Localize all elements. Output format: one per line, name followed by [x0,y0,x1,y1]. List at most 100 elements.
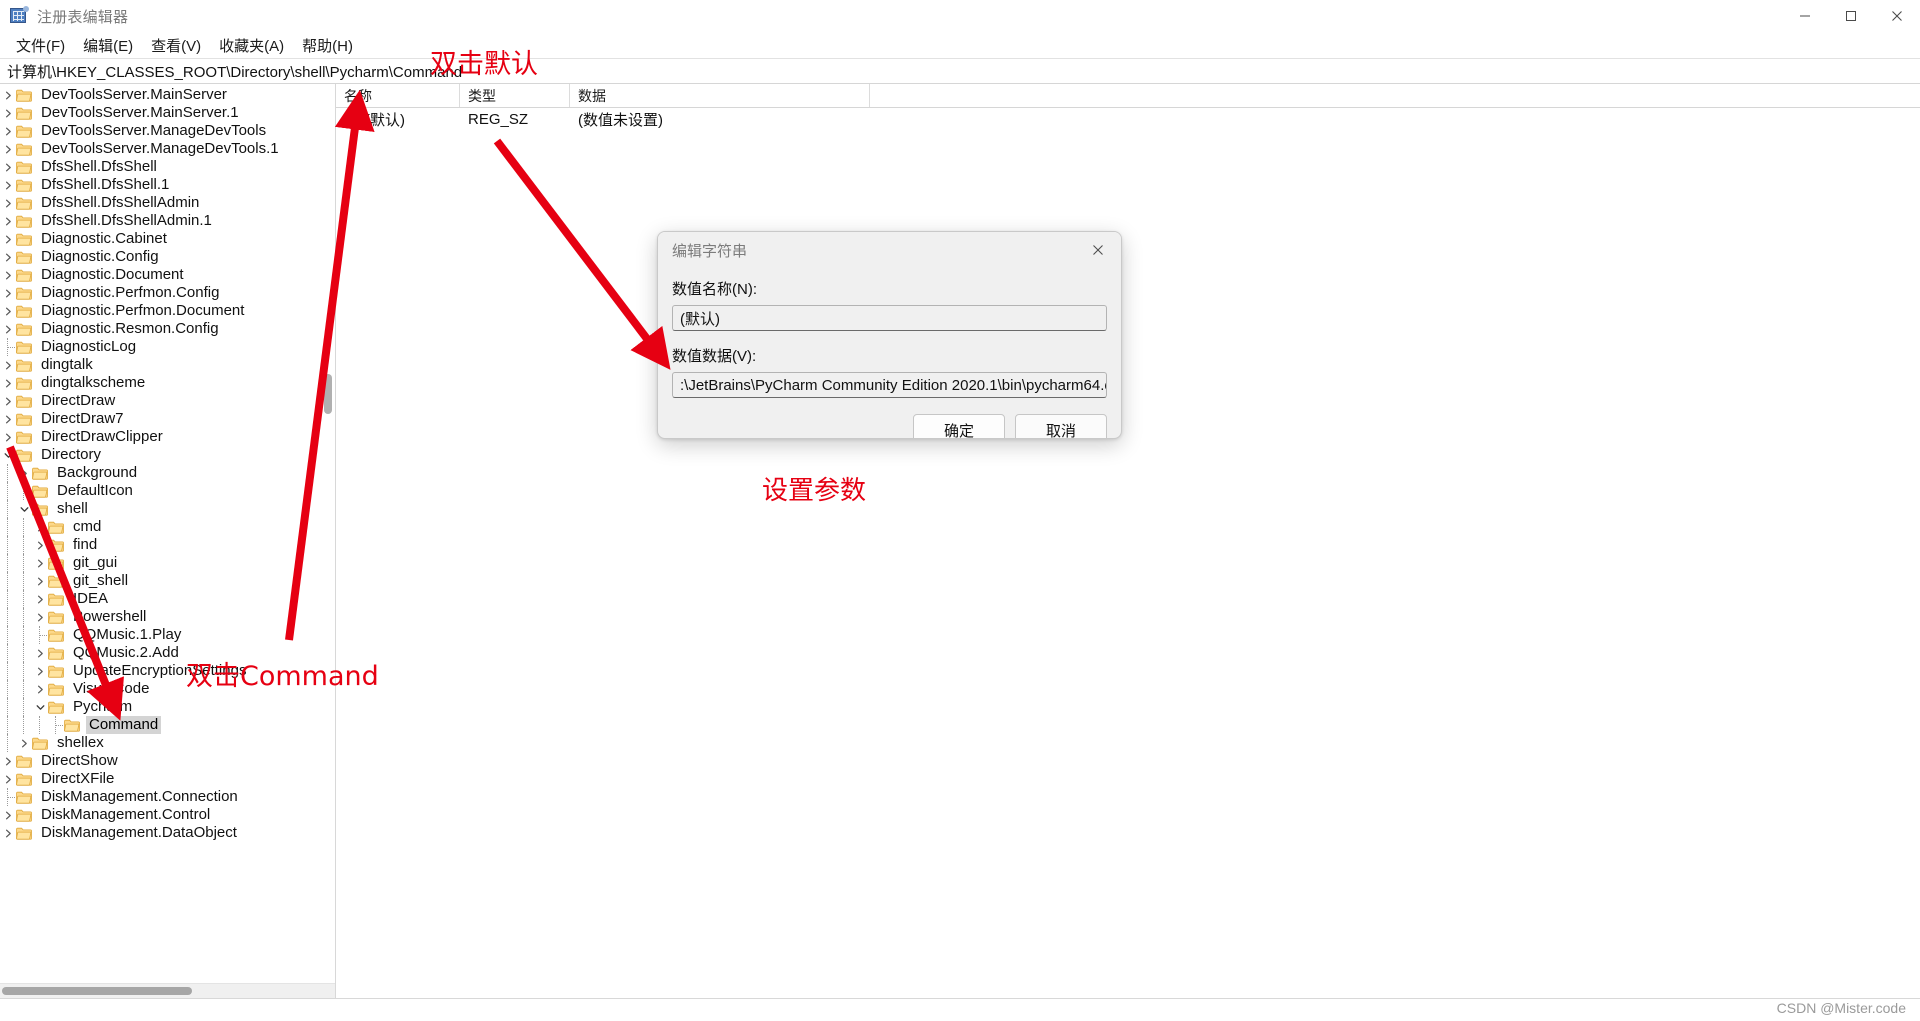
chevron-right-icon[interactable] [32,590,48,608]
tree-item-dfsshell-dfsshelladmin-1[interactable]: DfsShell.DfsShellAdmin.1 [0,212,335,230]
chevron-right-icon[interactable] [0,302,16,320]
tree-item-powershell[interactable]: Powershell [0,608,335,626]
menu-item-file[interactable]: 文件(F) [7,33,74,58]
chevron-right-icon[interactable] [0,770,16,788]
tree-item-dfsshell-dfsshell[interactable]: DfsShell.DfsShell [0,158,335,176]
tree-item-diagnosticlog[interactable]: DiagnosticLog [0,338,335,356]
chevron-right-icon[interactable] [0,158,16,176]
tree-indent-guide [16,518,32,536]
chevron-right-icon[interactable] [0,104,16,122]
tree-item-diagnostic-resmon-config[interactable]: Diagnostic.Resmon.Config [0,320,335,338]
chevron-right-icon[interactable] [0,320,16,338]
tree-item-directdraw7[interactable]: DirectDraw7 [0,410,335,428]
tree-horizontal-scrollbar[interactable] [0,983,335,998]
chevron-right-icon[interactable] [0,248,16,266]
column-header-name[interactable]: 名称 [336,84,460,107]
menu-item-help[interactable]: 帮助(H) [293,33,362,58]
column-header-data[interactable]: 数据 [570,84,870,107]
tree-item-command[interactable]: Command [0,716,335,734]
menu-item-favorites[interactable]: 收藏夹(A) [210,33,293,58]
tree-item-diagnostic-perfmon-document[interactable]: Diagnostic.Perfmon.Document [0,302,335,320]
tree-item-shellex[interactable]: shellex [0,734,335,752]
chevron-right-icon[interactable] [0,428,16,446]
tree-horizontal-scroll-thumb[interactable] [2,987,192,995]
chevron-right-icon[interactable] [0,194,16,212]
tree-item-dfsshell-dfsshell-1[interactable]: DfsShell.DfsShell.1 [0,176,335,194]
address-bar[interactable]: 计算机\HKEY_CLASSES_ROOT\Directory\shell\Py… [0,58,1920,84]
chevron-right-icon[interactable] [16,464,32,482]
chevron-down-icon[interactable] [16,500,32,518]
chevron-right-icon[interactable] [0,230,16,248]
column-header-type[interactable]: 类型 [460,84,570,107]
tree-item-devtoolsserver-mainserver-1[interactable]: DevToolsServer.MainServer.1 [0,104,335,122]
tree-item-find[interactable]: find [0,536,335,554]
chevron-right-icon[interactable] [0,392,16,410]
value-name-input[interactable]: (默认) [672,305,1107,331]
ok-button[interactable]: 确定 [913,414,1005,438]
chevron-right-icon[interactable] [0,374,16,392]
chevron-right-icon[interactable] [0,176,16,194]
chevron-right-icon[interactable] [32,518,48,536]
menu-item-edit[interactable]: 编辑(E) [74,33,142,58]
tree-item-diskmanagement-dataobject[interactable]: DiskManagement.DataObject [0,824,335,842]
tree-item-dfsshell-dfsshelladmin[interactable]: DfsShell.DfsShellAdmin [0,194,335,212]
tree-item-shell[interactable]: shell [0,500,335,518]
chevron-right-icon[interactable] [0,410,16,428]
tree-item-git-gui[interactable]: git_gui [0,554,335,572]
tree-item-idea[interactable]: IDEA [0,590,335,608]
tree-item-dingtalkscheme[interactable]: dingtalkscheme [0,374,335,392]
chevron-down-icon[interactable] [0,446,16,464]
tree-item-devtoolsserver-mainserver[interactable]: DevToolsServer.MainServer [0,86,335,104]
tree-item-directory[interactable]: Directory [0,446,335,464]
tree-item-directdrawclipper[interactable]: DirectDrawClipper [0,428,335,446]
tree-item-diagnostic-document[interactable]: Diagnostic.Document [0,266,335,284]
tree-item-diagnostic-config[interactable]: Diagnostic.Config [0,248,335,266]
chevron-right-icon[interactable] [0,266,16,284]
tree-item-devtoolsserver-managedevtools-1[interactable]: DevToolsServer.ManageDevTools.1 [0,140,335,158]
chevron-right-icon[interactable] [0,356,16,374]
tree-item-cmd[interactable]: cmd [0,518,335,536]
tree-item-diagnostic-cabinet[interactable]: Diagnostic.Cabinet [0,230,335,248]
tree-item-diskmanagement-control[interactable]: DiskManagement.Control [0,806,335,824]
tree-item-directdraw[interactable]: DirectDraw [0,392,335,410]
close-icon[interactable] [1874,0,1920,32]
tree-item-diagnostic-perfmon-config[interactable]: Diagnostic.Perfmon.Config [0,284,335,302]
table-row[interactable]: ab (默认) REG_SZ (数值未设置) [336,108,1920,130]
tree-item-devtoolsserver-managedevtools[interactable]: DevToolsServer.ManageDevTools [0,122,335,140]
chevron-right-icon[interactable] [0,752,16,770]
chevron-right-icon[interactable] [0,806,16,824]
menu-item-view[interactable]: 查看(V) [142,33,210,58]
value-data-input[interactable]: :\JetBrains\PyCharm Community Edition 20… [672,372,1107,398]
close-icon[interactable] [1081,236,1115,264]
tree-item-dingtalk[interactable]: dingtalk [0,356,335,374]
tree-item-pycharm[interactable]: Pycharm [0,698,335,716]
chevron-right-icon[interactable] [32,662,48,680]
chevron-right-icon[interactable] [32,608,48,626]
chevron-right-icon[interactable] [0,86,16,104]
chevron-right-icon[interactable] [0,284,16,302]
minimize-icon[interactable] [1782,0,1828,32]
chevron-right-icon[interactable] [0,212,16,230]
chevron-right-icon[interactable] [16,734,32,752]
chevron-down-icon[interactable] [32,698,48,716]
chevron-right-icon[interactable] [0,140,16,158]
tree-item-diskmanagement-connection[interactable]: DiskManagement.Connection [0,788,335,806]
chevron-right-icon[interactable] [0,122,16,140]
tree-item-directshow[interactable]: DirectShow [0,752,335,770]
tree-item-defaulticon[interactable]: DefaultIcon [0,482,335,500]
cancel-button[interactable]: 取消 [1015,414,1107,438]
tree-item-background[interactable]: Background [0,464,335,482]
tree-item-git-shell[interactable]: git_shell [0,572,335,590]
chevron-right-icon[interactable] [32,680,48,698]
tree-vertical-scroll-thumb[interactable] [324,374,332,414]
maximize-icon[interactable] [1828,0,1874,32]
tree-vertical-scrollbar[interactable] [321,84,335,983]
chevron-right-icon[interactable] [32,536,48,554]
value-name-cell[interactable]: ab (默认) [336,109,460,130]
chevron-right-icon[interactable] [32,644,48,662]
chevron-right-icon[interactable] [32,554,48,572]
tree-item-qqmusic-1-play[interactable]: QQMusic.1.Play [0,626,335,644]
chevron-right-icon[interactable] [32,572,48,590]
chevron-right-icon[interactable] [0,824,16,842]
tree-item-directxfile[interactable]: DirectXFile [0,770,335,788]
